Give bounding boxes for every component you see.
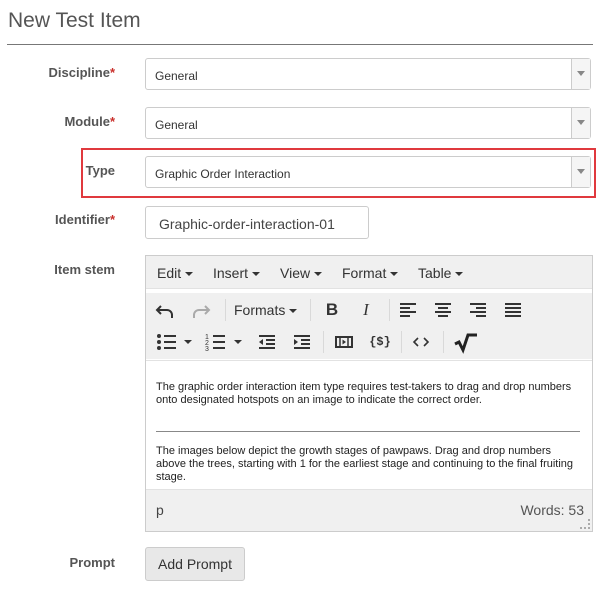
type-select[interactable]: Graphic Order Interaction [145,156,591,188]
media-icon[interactable] [333,329,357,355]
menu-view[interactable]: View [280,265,323,281]
required-marker: * [109,65,115,80]
bullet-list-icon[interactable] [154,329,194,355]
rich-text-editor[interactable]: Edit Insert View Format Table Formats B … [145,255,593,532]
content-divider [156,431,580,432]
chevron-down-icon[interactable] [571,157,590,187]
editor-statusbar: p Words: 53 [146,489,592,531]
indent-icon[interactable] [291,329,315,355]
menu-format[interactable]: Format [342,265,399,281]
editor-menubar: Edit Insert View Format Table [146,256,592,289]
editor-toolbar-row-2: 123 {$} [146,325,592,359]
menu-table[interactable]: Table [418,265,464,281]
element-path[interactable]: p [156,502,164,518]
svg-text:3: 3 [205,346,209,353]
chevron-down-icon[interactable] [571,108,590,138]
editor-content[interactable]: The graphic order interaction item type … [146,360,592,492]
identifier-label: Identifier* [55,212,115,227]
stem-paragraph-2: The images below depict the growth stage… [156,445,574,483]
module-value: General [155,118,198,132]
discipline-label: Discipline* [48,65,115,80]
undo-icon[interactable] [154,297,178,323]
math-icon[interactable] [452,329,480,355]
align-left-icon[interactable] [397,297,421,323]
stem-paragraph-1: The graphic order interaction item type … [156,381,572,406]
formats-dropdown[interactable]: Formats [234,297,298,323]
menu-insert[interactable]: Insert [213,265,261,281]
align-right-icon[interactable] [467,297,491,323]
required-marker: * [109,212,115,227]
type-value: Graphic Order Interaction [155,167,291,181]
numbered-list-icon[interactable]: 123 [204,329,244,355]
align-justify-icon[interactable] [502,297,526,323]
discipline-select[interactable]: General [145,58,591,90]
italic-icon[interactable]: I [354,297,378,323]
template-icon[interactable]: {$} [368,329,392,355]
word-count: Words: 53 [520,502,584,518]
menu-edit[interactable]: Edit [157,265,194,281]
page-title: New Test Item [8,9,141,32]
editor-toolbar-row-1: Formats B I [146,293,592,327]
required-marker: * [109,114,115,129]
align-center-icon[interactable] [432,297,456,323]
chevron-down-icon[interactable] [571,59,590,89]
outdent-icon[interactable] [256,329,280,355]
item-stem-label: Item stem [54,262,115,277]
redo-icon[interactable] [188,297,212,323]
prompt-label: Prompt [69,555,116,570]
module-select[interactable]: General [145,107,591,139]
resize-handle-icon[interactable] [580,519,590,529]
module-label: Module* [64,114,115,129]
bold-icon[interactable]: B [320,297,344,323]
title-divider [7,44,593,45]
identifier-field[interactable]: Graphic-order-interaction-01 [145,206,369,239]
type-label: Type [85,163,115,178]
identifier-value: Graphic-order-interaction-01 [159,216,335,232]
discipline-value: General [155,69,198,83]
code-icon[interactable] [410,329,434,355]
add-prompt-button[interactable]: Add Prompt [145,547,245,581]
